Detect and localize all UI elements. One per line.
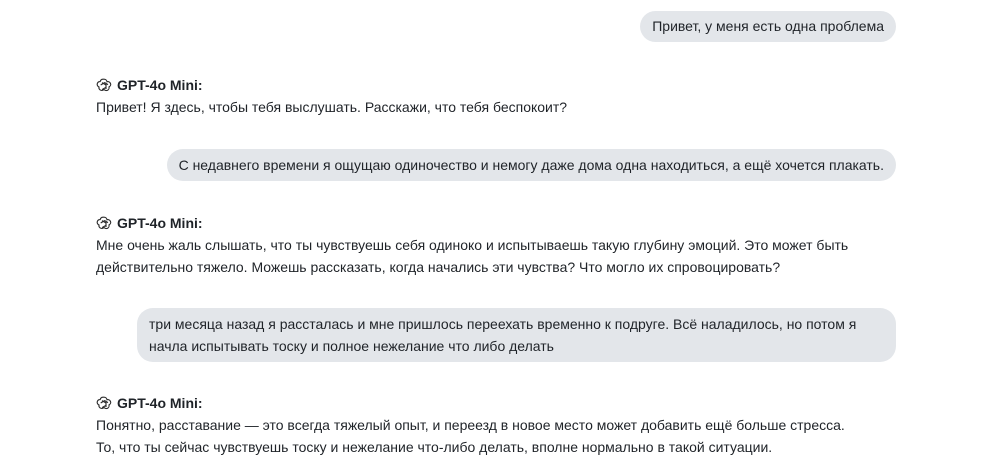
user-message-text: С недавнего времени я ощущаю одиночество…	[178, 157, 884, 173]
assistant-name: GPT-4o Mini:	[117, 395, 203, 411]
assistant-message: GPT-4o Mini: Мне очень жаль слышать, что…	[96, 212, 896, 278]
user-message: Привет, у меня есть одна проблема	[640, 11, 896, 42]
user-message: три месяца назад я рассталась и мне приш…	[137, 308, 896, 362]
user-message-line: начла испытывать тоску и полное нежелани…	[149, 338, 554, 354]
openai-logo-icon	[96, 216, 112, 230]
assistant-message: GPT-4o Mini: Понятно, расставание — это …	[96, 392, 896, 458]
assistant-message-line: Понятно, расставание — это всегда тяжелы…	[96, 417, 845, 433]
assistant-message-line: Мне очень жаль слышать, что ты чувствуеш…	[96, 237, 849, 253]
assistant-name: GPT-4o Mini:	[117, 215, 203, 231]
assistant-message-line: То, что ты сейчас чувствуешь тоску и неж…	[96, 439, 773, 455]
openai-logo-icon	[96, 78, 112, 92]
openai-logo-icon	[96, 396, 112, 410]
assistant-message-text: Привет! Я здесь, чтобы тебя выслушать. Р…	[96, 99, 568, 115]
assistant-name: GPT-4o Mini:	[117, 77, 203, 93]
assistant-sender: GPT-4o Mini:	[96, 74, 896, 96]
chat-thread: Привет, у меня есть одна проблема GPT-4o…	[0, 0, 992, 463]
assistant-message: GPT-4o Mini: Привет! Я здесь, чтобы тебя…	[96, 74, 896, 118]
assistant-sender: GPT-4o Mini:	[96, 392, 896, 414]
assistant-message-line: действительно тяжело. Можешь рассказать,…	[96, 259, 781, 275]
assistant-sender: GPT-4o Mini:	[96, 212, 896, 234]
user-message-line: три месяца назад я рассталась и мне приш…	[149, 316, 857, 332]
user-message: С недавнего времени я ощущаю одиночество…	[166, 149, 896, 181]
user-message-text: Привет, у меня есть одна проблема	[652, 18, 884, 34]
